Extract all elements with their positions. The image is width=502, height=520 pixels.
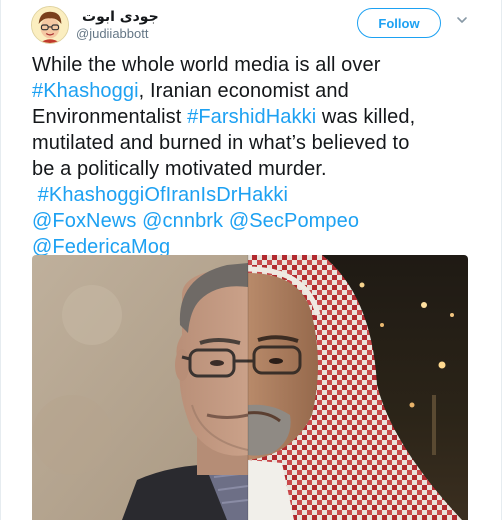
avatar-cartoon-icon (32, 7, 68, 43)
display-name[interactable]: جودی ابوت (82, 9, 159, 25)
tweet-line: @FoxNews @cnnbrk @SecPompeo (32, 208, 482, 234)
tweet-line: #KhashoggiOfIranIsDrHakki (32, 182, 482, 208)
tweet-text-fragment: , Iranian economist and (138, 80, 349, 102)
chevron-down-icon[interactable] (456, 14, 468, 26)
mention-link-secpompeo[interactable]: @SecPompeo (229, 210, 359, 232)
tweet-line: mutilated and burned in what’s believed … (32, 132, 410, 154)
tweet-line: While the whole world media is all over (32, 54, 381, 76)
tweet-text: While the whole world media is all over … (32, 52, 482, 260)
hashtag-link-farshidhakki[interactable]: #FarshidHakki (187, 106, 316, 128)
tweet-line: Environmentalist #FarshidHakki was kille… (32, 104, 482, 130)
tweet-image[interactable] (32, 255, 468, 520)
follow-button[interactable]: Follow (357, 8, 441, 38)
tweet-line: be a politically motivated murder. (32, 158, 327, 180)
hashtag-link-khashoggi[interactable]: #Khashoggi (32, 80, 139, 102)
mention-link-cnnbrk[interactable]: @cnnbrk (142, 210, 223, 232)
tweet-text-fragment: was killed, (316, 106, 416, 128)
tweet-header: جودی ابوت @judiiabbott Follow (1, 0, 501, 52)
tweet-card: جودی ابوت @judiiabbott Follow While the … (0, 0, 502, 520)
hashtag-link-khashoggiofiran[interactable]: #KhashoggiOfIranIsDrHakki (38, 184, 288, 206)
avatar[interactable] (31, 6, 69, 44)
composite-portrait-image (32, 255, 468, 520)
mention-link-foxnews[interactable]: @FoxNews (32, 210, 136, 232)
tweet-line: #Khashoggi, Iranian economist and (32, 78, 482, 104)
user-handle[interactable]: @judiiabbott (76, 26, 148, 41)
tweet-text-fragment: Environmentalist (32, 106, 188, 128)
